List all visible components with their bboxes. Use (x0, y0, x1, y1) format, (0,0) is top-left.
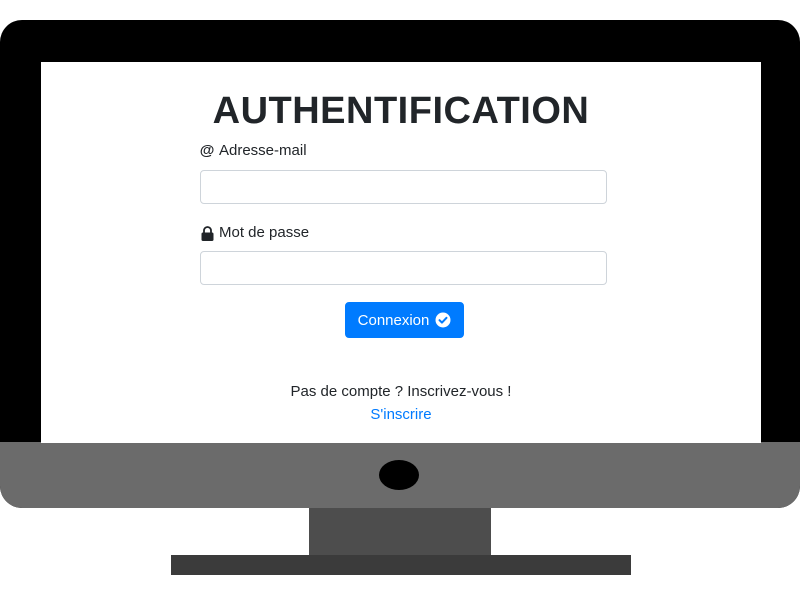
email-label-text: Adresse-mail (219, 142, 307, 159)
login-button[interactable]: Connexion (345, 302, 464, 338)
signup-link[interactable]: S'inscrire (370, 406, 431, 423)
page-title: AUTHENTIFICATION (212, 90, 590, 132)
password-label: Mot de passe (200, 223, 309, 243)
check-circle-icon (435, 312, 451, 328)
email-label: @ Adresse-mail (200, 141, 307, 161)
email-field[interactable] (200, 170, 607, 204)
monitor-frame: AUTHENTIFICATION @ Adresse-mail Mot de p… (0, 20, 800, 508)
signup-link-wrapper: S'inscrire (41, 405, 761, 425)
password-label-text: Mot de passe (219, 224, 310, 241)
monitor-logo-dot (379, 460, 419, 490)
monitor-stand-neck (309, 508, 491, 556)
monitor-screen: AUTHENTIFICATION @ Adresse-mail Mot de p… (41, 62, 761, 443)
monitor-stand-base (171, 555, 631, 575)
password-field[interactable] (200, 251, 607, 285)
desktop-illustration: AUTHENTIFICATION @ Adresse-mail Mot de p… (0, 0, 800, 600)
at-icon: @ (199, 142, 215, 159)
signup-prompt: Pas de compte ? Inscrivez-vous ! (290, 383, 512, 400)
lock-icon (200, 225, 214, 241)
login-button-label: Connexion (357, 311, 430, 329)
